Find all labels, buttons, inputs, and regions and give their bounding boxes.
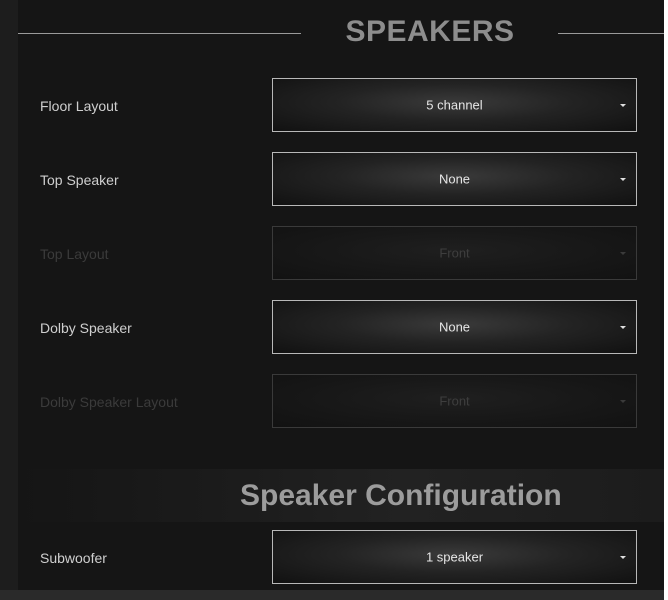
caret-down-icon: [620, 104, 626, 107]
caret-down-icon: [620, 556, 626, 559]
dolby-speaker-layout-label: Dolby Speaker Layout: [40, 394, 178, 410]
caret-down-icon: [620, 178, 626, 181]
dolby-speaker-value: None: [438, 319, 471, 335]
bottom-bar: [0, 590, 664, 600]
subwoofer-value: 1 speaker: [425, 549, 484, 565]
subwoofer-label: Subwoofer: [40, 550, 107, 566]
dolby-speaker-label: Dolby Speaker: [40, 320, 132, 336]
speakers-panel: SPEAKERS Floor Layout 5 channel Top Spea…: [0, 0, 664, 600]
section-title: SPEAKERS: [345, 15, 515, 48]
left-strip: [0, 0, 18, 600]
top-speaker-label: Top Speaker: [40, 172, 119, 188]
section-speaker-configuration: Speaker Configuration: [18, 469, 664, 522]
top-layout-dropdown: Front: [272, 226, 637, 280]
section-header-speakers: SPEAKERS: [0, 8, 664, 56]
row-floor-layout: Floor Layout 5 channel: [18, 78, 664, 134]
caret-down-icon: [620, 252, 626, 255]
floor-layout-label: Floor Layout: [40, 98, 118, 114]
top-layout-value: Front: [439, 245, 470, 261]
header-divider-right: [558, 33, 664, 34]
row-top-speaker: Top Speaker None: [18, 152, 664, 208]
floor-layout-value: 5 channel: [426, 97, 483, 113]
caret-down-icon: [620, 400, 626, 403]
subwoofer-dropdown[interactable]: 1 speaker: [272, 530, 637, 584]
dolby-speaker-layout-value: Front: [439, 393, 470, 409]
row-subwoofer: Subwoofer 1 speaker: [18, 530, 664, 586]
floor-layout-dropdown[interactable]: 5 channel: [272, 78, 637, 132]
caret-down-icon: [620, 326, 626, 329]
window-edge: [664, 0, 668, 600]
row-dolby-speaker: Dolby Speaker None: [18, 300, 664, 356]
header-divider-left: [18, 33, 301, 34]
top-layout-label: Top Layout: [40, 246, 109, 262]
dolby-speaker-dropdown[interactable]: None: [272, 300, 637, 354]
row-dolby-speaker-layout: Dolby Speaker Layout Front: [18, 374, 664, 430]
top-speaker-value: None: [438, 171, 471, 187]
top-speaker-dropdown[interactable]: None: [272, 152, 637, 206]
dolby-speaker-layout-dropdown: Front: [272, 374, 637, 428]
section-title: Speaker Configuration: [240, 479, 562, 512]
row-top-layout: Top Layout Front: [18, 226, 664, 282]
